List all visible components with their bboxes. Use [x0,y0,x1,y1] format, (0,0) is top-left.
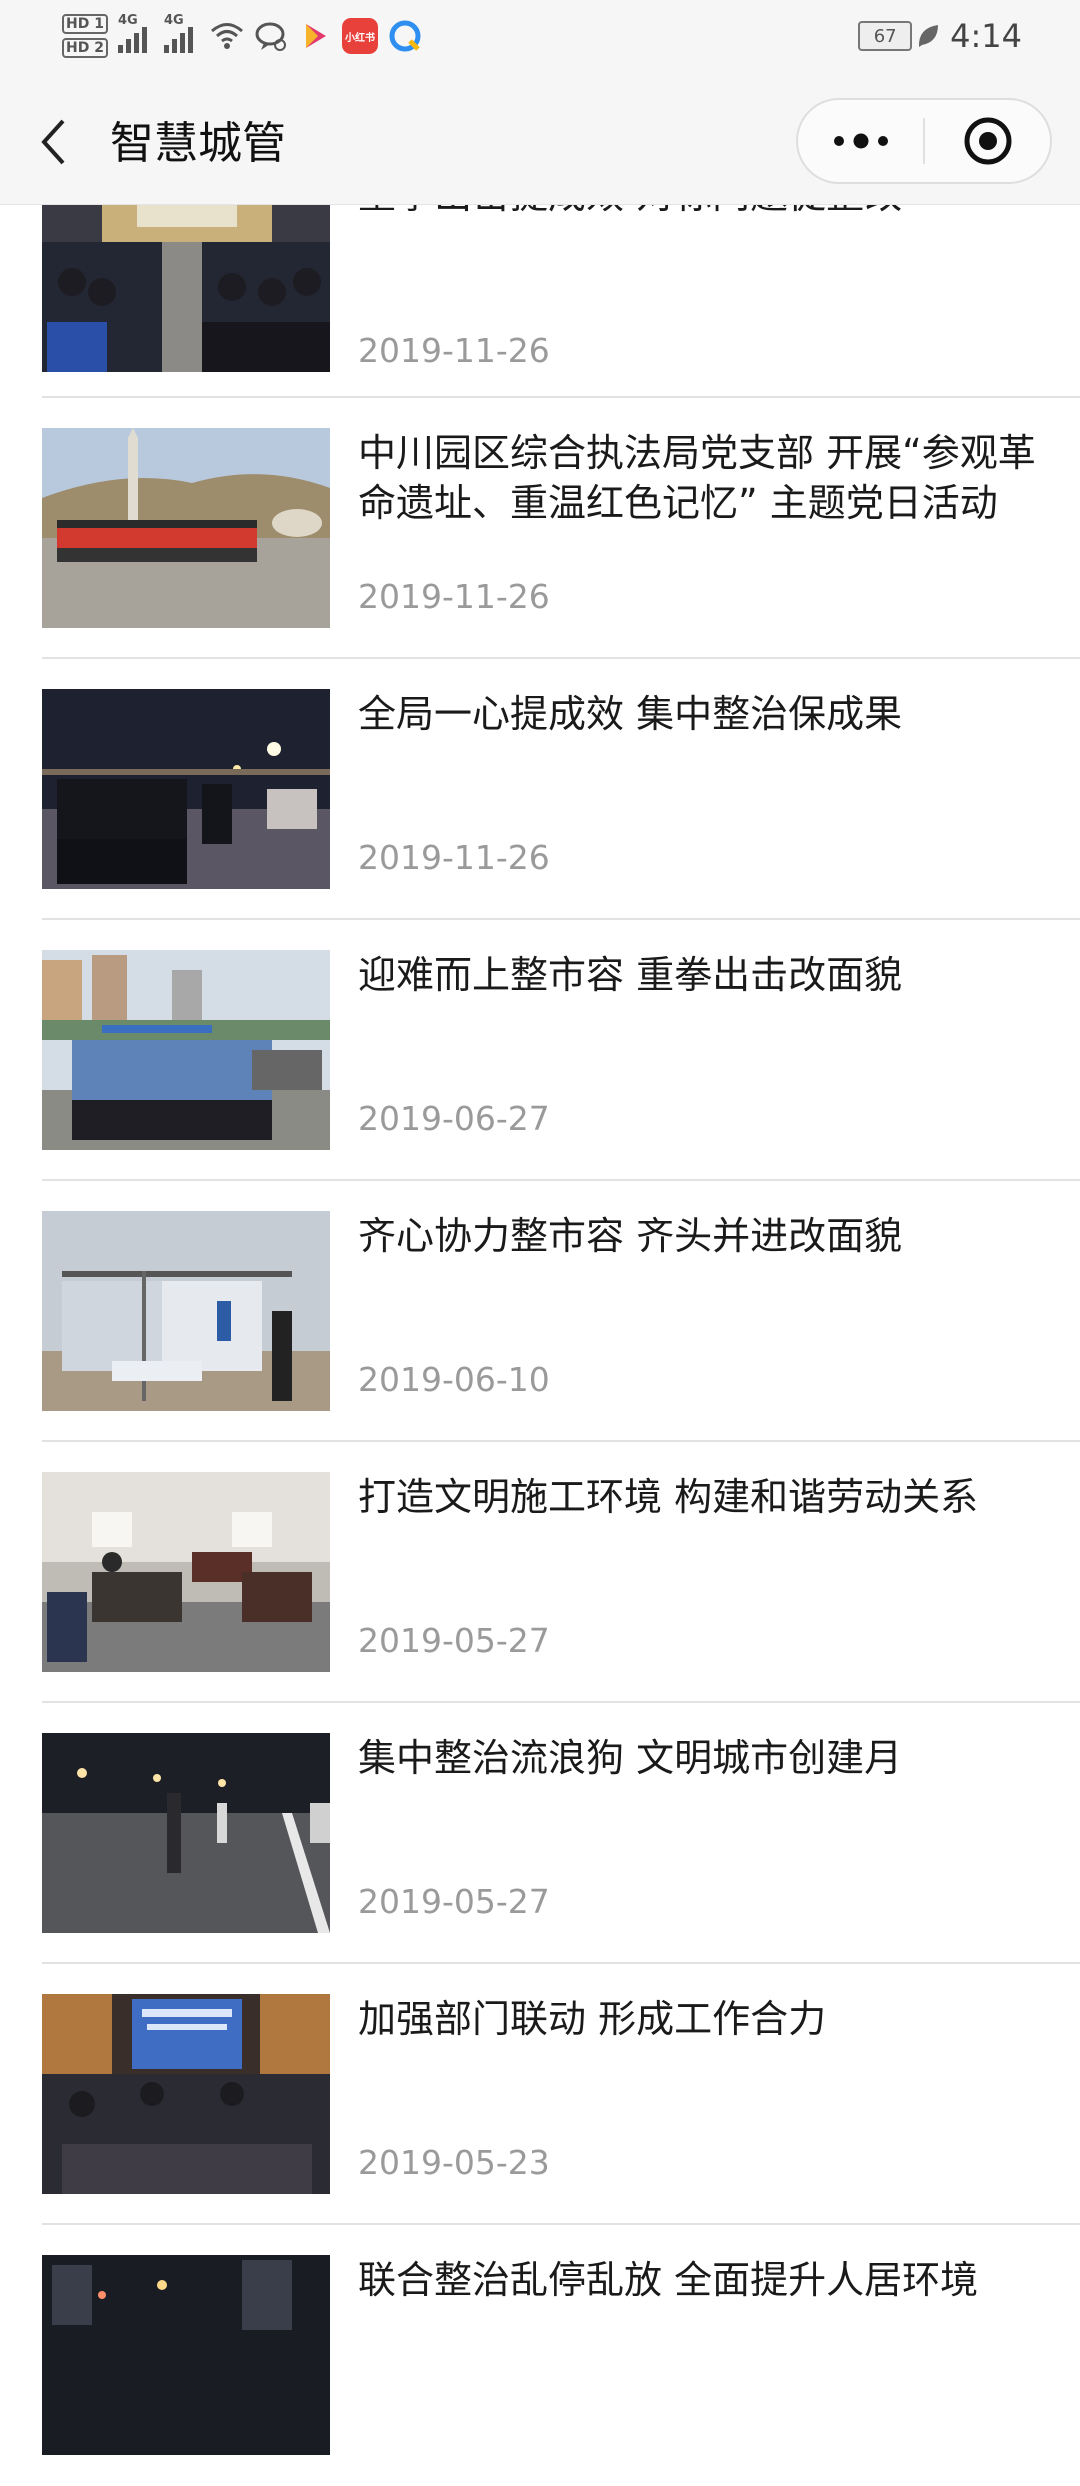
signal-icon-sim1: 4G [117,13,150,53]
news-date: 2019-11-26 [358,331,550,370]
news-item[interactable]: 全局一心提成效 集中整治保成果 2019-11-26 [0,659,1080,920]
network-type-label: 4G [117,13,138,28]
wifi-icon [210,23,243,49]
video-app-icon [305,24,326,48]
news-thumbnail [42,950,330,1150]
xiaohongshu-app-icon: 小红书 [341,18,378,54]
news-item[interactable]: 联合整治乱停乱放 全面提升人居环境 [0,2225,1080,2486]
mini-program-header: 智慧城管 [0,72,1080,205]
news-title: 打造文明施工环境 构建和谐劳动关系 [358,1475,979,1519]
leaf-icon [919,25,939,47]
news-thumbnail [42,1994,330,2194]
news-item[interactable]: 迎难而上整市容 重拳出击改面貌 2019-06-27 [0,920,1080,1181]
news-date: 2019-05-27 [358,1621,550,1660]
news-date: 2019-06-27 [358,1099,550,1138]
news-thumbnail [42,1733,330,1933]
news-item[interactable]: 集中整治流浪狗 文明城市创建月 2019-05-27 [0,1703,1080,1964]
status-icons-left: HD 1 HD 2 4G 4G 小红书 [62,8,432,64]
news-title: 全局一心提成效 集中整治保成果 [358,692,903,736]
browser-app-icon [389,20,421,52]
news-thumbnail [42,1472,330,1672]
news-item[interactable]: 打造文明施工环境 构建和谐劳动关系 2019-05-27 [0,1442,1080,1703]
clock-time: 4:14 [950,17,1022,55]
hd2-badge: HD 2 [62,38,108,58]
battery-icon: 67 [858,21,913,51]
news-date: 2019-05-27 [358,1882,550,1921]
page-title: 智慧城管 [110,118,286,169]
more-button[interactable] [798,100,923,182]
news-item[interactable]: 齐心协力整市容 齐头并进改面貌 2019-06-10 [0,1181,1080,1442]
news-date: 2019-11-26 [358,577,550,616]
chevron-left-icon [41,119,65,165]
hd1-badge: HD 1 [62,14,108,34]
news-thumbnail [42,428,330,628]
news-thumbnail [42,689,330,889]
network-type-label: 4G [163,13,184,28]
news-date: 2019-06-10 [358,1360,550,1399]
back-button[interactable] [28,112,78,172]
news-title: 集中整治流浪狗 文明城市创建月 [358,1736,903,1780]
news-thumbnail [42,1211,330,1411]
news-list: 重拳出击提成效 对标问题促整改 2019-11-26 中川园区综合执法局党支部 … [0,172,1080,2486]
news-title: 中川园区综合执法局党支部 开展“参观革命遗址、重温红色记忆” 主题党日活动 [358,431,1036,525]
news-date: 2019-11-26 [358,838,550,877]
close-miniprogram-button[interactable] [925,100,1050,182]
news-title: 齐心协力整市容 齐头并进改面貌 [358,1214,903,1258]
news-title: 迎难而上整市容 重拳出击改面貌 [358,953,903,997]
status-bar: HD 1 HD 2 4G 4G 小红书 67 4:14 [0,0,1080,72]
capsule-menu [796,98,1052,184]
signal-icon-sim2: 4G [163,13,196,53]
more-dots-icon [833,133,888,149]
status-icons-right: 67 4:14 [858,0,1022,72]
news-item[interactable]: 重拳出击提成效 对标问题促整改 2019-11-26 [0,172,1080,398]
news-title: 加强部门联动 形成工作合力 [358,1997,827,2041]
target-close-icon [964,117,1011,165]
news-item[interactable]: 加强部门联动 形成工作合力 2019-05-23 [0,1964,1080,2225]
news-thumbnail [42,2255,330,2455]
news-title: 联合整治乱停乱放 全面提升人居环境 [358,2258,979,2302]
news-date: 2019-05-23 [358,2143,550,2182]
chat-bubble-icon [255,22,286,51]
hd-indicator: HD 1 HD 2 [62,12,108,60]
news-item[interactable]: 中川园区综合执法局党支部 开展“参观革命遗址、重温红色记忆” 主题党日活动 20… [0,398,1080,659]
